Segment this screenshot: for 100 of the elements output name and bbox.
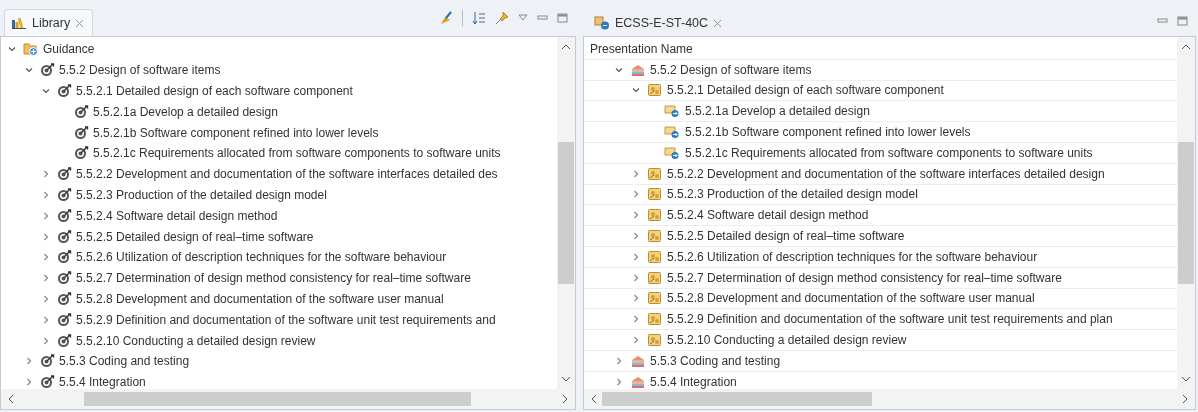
tree-item[interactable]: 5.5.2.5 Detailed design of real–time software — [76, 229, 314, 244]
tree-item[interactable]: 5.5.2.1b Software component refined into lower levels — [685, 125, 971, 140]
horizontal-scrollbar[interactable] — [1, 389, 575, 409]
tree-item[interactable]: 5.5.2.1 Detailed design of each software component — [76, 84, 353, 98]
expand-chevron-icon[interactable] — [631, 168, 641, 179]
view-menu-icon[interactable] — [518, 14, 528, 22]
tree-item[interactable]: 5.5.2.6 Utilization of description techniques for the software behaviour — [76, 250, 447, 265]
horizontal-scrollbar[interactable] — [584, 389, 1195, 409]
scroll-left-icon[interactable] — [590, 394, 598, 404]
close-icon[interactable] — [713, 18, 723, 28]
tree-item[interactable]: 5.5.2.5 Detailed design of real–time software — [667, 229, 905, 244]
expand-chevron-icon[interactable] — [631, 231, 641, 242]
activity-icon — [647, 83, 663, 98]
expand-chevron-icon[interactable] — [631, 314, 641, 325]
scroll-up-icon[interactable] — [561, 43, 571, 51]
tree-item[interactable]: 5.5.2.8 Development and documentation of the software user manual — [76, 291, 444, 306]
activity-icon — [647, 166, 663, 181]
expand-chevron-icon[interactable] — [631, 335, 641, 346]
tree-item[interactable]: 5.5.2.1a Develop a detailed design — [93, 104, 278, 119]
target-icon — [40, 354, 55, 369]
expand-chevron-icon[interactable] — [631, 210, 641, 221]
minimize-icon[interactable] — [1157, 16, 1168, 26]
scroll-down-icon[interactable] — [561, 375, 571, 383]
vertical-scrollbar[interactable] — [557, 37, 575, 389]
activity-icon — [647, 312, 663, 327]
tree-item[interactable]: 5.5.2 Design of software items — [59, 63, 221, 78]
tree-item[interactable]: 5.5.2.10 Conducting a detailed design review — [76, 333, 316, 348]
minimize-icon[interactable] — [537, 13, 548, 23]
tree-item[interactable]: 5.5.2.3 Production of the detailed design model — [667, 187, 918, 202]
tree-item[interactable]: 5.5.2.4 Software detail design method — [76, 208, 278, 223]
tree-item[interactable]: 5.5.2.8 Development and documentation of the software user manual — [667, 291, 1035, 306]
sort-list-icon[interactable] — [472, 11, 486, 25]
expand-chevron-icon[interactable] — [41, 293, 51, 304]
view-tab[interactable]: ECSS-E-ST-40C — [587, 9, 732, 36]
expand-chevron-icon[interactable] — [41, 335, 51, 346]
target-icon — [57, 271, 72, 286]
expand-chevron-icon[interactable] — [614, 376, 624, 387]
close-icon[interactable] — [75, 18, 85, 28]
tree-item[interactable]: Guidance — [43, 42, 95, 57]
tree-item[interactable]: 5.5.2.7 Determination of design method consistency for real–time software — [76, 271, 471, 286]
tree-item[interactable]: 5.5.3 Coding and testing — [650, 353, 781, 368]
expand-chevron-icon[interactable] — [41, 273, 51, 284]
expand-chevron-icon[interactable] — [41, 210, 51, 221]
stack-icon — [630, 374, 646, 389]
stack-icon — [630, 353, 646, 368]
vertical-scrollbar[interactable] — [1177, 37, 1195, 389]
task-icon — [664, 104, 681, 119]
tree-item[interactable]: 5.5.3 Coding and testing — [59, 354, 190, 369]
scroll-down-icon[interactable] — [1181, 375, 1191, 383]
expand-chevron-icon[interactable] — [24, 377, 34, 388]
expand-chevron-icon[interactable] — [41, 314, 51, 325]
tree-item[interactable]: 5.5.2.9 Definition and documentation of the software unit test requirements and — [76, 312, 496, 327]
tree-item[interactable]: 5.5.4 Integration — [650, 374, 737, 389]
scroll-right-icon[interactable] — [1181, 394, 1189, 404]
target-icon — [40, 63, 55, 78]
expand-chevron-icon[interactable] — [41, 231, 51, 242]
tree-item[interactable]: 5.5.2.10 Conducting a detailed design review — [667, 333, 907, 348]
tree-item[interactable]: 5.5.2.1a Develop a detailed design — [685, 104, 870, 119]
target-icon — [57, 229, 72, 244]
target-icon — [74, 104, 89, 119]
column-header[interactable]: Presentation Name — [584, 39, 1177, 60]
scroll-left-icon[interactable] — [7, 394, 15, 404]
target-icon — [57, 250, 72, 265]
expand-chevron-icon[interactable] — [41, 189, 51, 200]
pin-icon[interactable] — [495, 11, 509, 25]
expand-chevron-icon[interactable] — [41, 252, 51, 263]
expand-chevron-icon[interactable] — [614, 355, 624, 366]
view-tab[interactable]: Library — [4, 9, 94, 36]
target-icon — [57, 333, 72, 348]
expand-chevron-icon[interactable] — [41, 169, 51, 180]
folder-icon — [23, 42, 39, 57]
expand-chevron-icon[interactable] — [24, 356, 34, 367]
books-icon — [11, 17, 27, 29]
tree-item[interactable]: 5.5.2.7 Determination of design method consistency for real–time software — [667, 270, 1062, 285]
tree-item[interactable]: 5.5.2.9 Definition and documentation of the software unit test requirements and plan — [667, 312, 1113, 327]
tree-item[interactable]: 5.5.2 Design of software items — [650, 62, 812, 77]
scroll-right-icon[interactable] — [561, 394, 569, 404]
tree-item[interactable]: 5.5.2.4 Software detail design method — [667, 208, 869, 223]
expand-chevron-icon[interactable] — [631, 293, 641, 304]
tree-item[interactable]: 5.5.2.2 Development and documentation of the software interfaces detailed design — [667, 166, 1105, 181]
expand-chevron-icon[interactable] — [631, 251, 641, 262]
activity-icon — [647, 333, 663, 348]
tree-item[interactable]: 5.5.4 Integration — [59, 375, 146, 389]
maximize-icon[interactable] — [1177, 16, 1188, 26]
tree-item[interactable]: 5.5.2.2 Development and documentation of the software interfaces detailed des — [76, 167, 498, 182]
activity-icon — [647, 249, 663, 264]
scroll-up-icon[interactable] — [1181, 43, 1191, 51]
tree-item[interactable]: 5.5.2.1c Requirements allocated from software components to software units — [685, 145, 1093, 160]
tree-item[interactable]: 5.5.2.1b Software component refined into lower levels — [93, 125, 379, 140]
activity-icon — [647, 229, 663, 244]
collapse-chevron-icon[interactable] — [41, 86, 51, 96]
expand-chevron-icon[interactable] — [631, 272, 641, 283]
task-icon — [664, 145, 681, 160]
tree-item[interactable]: 5.5.2.1 Detailed design of each software component — [667, 83, 944, 98]
tree-item[interactable]: 5.5.2.3 Production of the detailed design model — [76, 187, 327, 202]
tree-item[interactable]: 5.5.2.1c Requirements allocated from software components to software units — [93, 146, 501, 161]
target-icon — [57, 208, 72, 223]
maximize-icon[interactable] — [557, 13, 568, 23]
expand-chevron-icon[interactable] — [631, 189, 641, 200]
tree-item[interactable]: 5.5.2.6 Utilization of description techniques for the software behaviour — [667, 249, 1038, 264]
